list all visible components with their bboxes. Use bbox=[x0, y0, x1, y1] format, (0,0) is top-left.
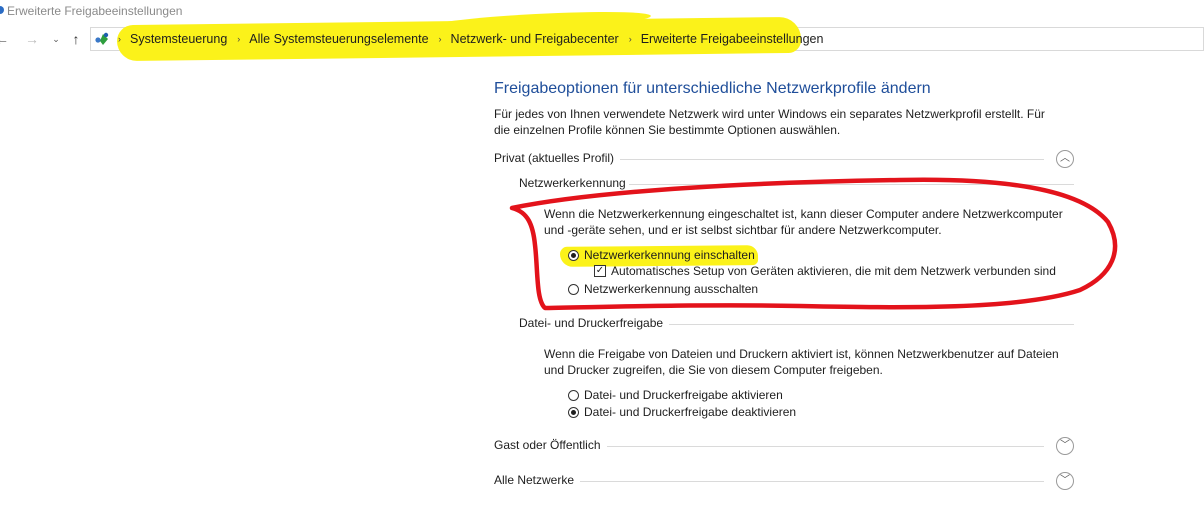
network-discovery-header: Netzwerkerkennung bbox=[519, 176, 1074, 194]
network-control-panel-icon bbox=[95, 32, 109, 45]
radio-file-sharing-on[interactable]: Datei- und Druckerfreigabe aktivieren bbox=[568, 387, 783, 403]
profile-guest-label: Gast oder Öffentlich bbox=[494, 438, 607, 452]
page-description: Für jedes von Ihnen verwendete Netzwerk … bbox=[494, 107, 1045, 137]
profile-private-label: Privat (aktuelles Profil) bbox=[494, 151, 621, 165]
radio-network-discovery-off[interactable]: Netzwerkerkennung ausschalten bbox=[568, 281, 758, 297]
divider bbox=[614, 159, 1044, 160]
up-arrow-icon[interactable]: ↑ bbox=[68, 30, 84, 48]
radio-label: Netzwerkerkennung ausschalten bbox=[584, 282, 759, 296]
radio-label: Datei- und Druckerfreigabe deaktivieren bbox=[584, 405, 797, 419]
radio-label: Datei- und Druckerfreigabe aktivieren bbox=[584, 388, 783, 402]
divider bbox=[669, 324, 1074, 325]
expand-chevron-down-icon[interactable]: ﹀ bbox=[1056, 437, 1074, 455]
main-content: Freigabeoptionen für unterschiedliche Ne… bbox=[494, 0, 1094, 507]
breadcrumb-separator-icon: › bbox=[438, 34, 442, 44]
divider bbox=[629, 184, 1074, 185]
profile-all-label: Alle Netzwerke bbox=[494, 473, 581, 487]
window-icon bbox=[0, 6, 4, 14]
divider bbox=[576, 481, 1044, 482]
radio-unselected-icon[interactable] bbox=[568, 283, 579, 295]
checkbox-label: Automatisches Setup von Geräten aktivier… bbox=[611, 264, 1056, 278]
network-discovery-description: Wenn die Netzwerkerkennung eingeschaltet… bbox=[544, 207, 1063, 237]
checkbox-auto-setup[interactable]: ✓ Automatisches Setup von Geräten aktivi… bbox=[594, 263, 1056, 279]
radio-selected-icon[interactable] bbox=[568, 249, 579, 261]
radio-selected-icon[interactable] bbox=[568, 406, 579, 418]
collapse-chevron-up-icon[interactable]: ︿ bbox=[1056, 150, 1074, 168]
breadcrumb-systemsteuerung[interactable]: Systemsteuerung bbox=[130, 32, 227, 46]
radio-unselected-icon[interactable] bbox=[568, 389, 579, 401]
file-printer-sharing-heading: Datei- und Druckerfreigabe bbox=[519, 316, 664, 330]
network-discovery-heading: Netzwerkerkennung bbox=[519, 176, 626, 190]
profile-guest-header[interactable]: Gast oder Öffentlich ﹀ bbox=[494, 437, 1074, 457]
recent-locations-chevron-icon[interactable]: ⌄ bbox=[50, 30, 62, 48]
file-printer-sharing-header: Datei- und Druckerfreigabe bbox=[519, 316, 1074, 334]
radio-file-sharing-off[interactable]: Datei- und Druckerfreigabe deaktivieren bbox=[568, 404, 796, 420]
radio-network-discovery-on[interactable]: Netzwerkerkennung einschalten bbox=[568, 247, 755, 263]
forward-arrow-icon[interactable]: → bbox=[24, 30, 40, 48]
file-printer-sharing-description: Wenn die Freigabe von Dateien und Drucke… bbox=[544, 347, 1059, 377]
back-arrow-icon[interactable]: ← bbox=[0, 30, 10, 48]
breadcrumb-separator-icon: › bbox=[237, 34, 241, 44]
divider bbox=[604, 446, 1044, 447]
radio-label: Netzwerkerkennung einschalten bbox=[584, 248, 755, 262]
profile-private-header[interactable]: Privat (aktuelles Profil) ︿ bbox=[494, 150, 1074, 170]
breadcrumb-alle-elemente[interactable]: Alle Systemsteuerungselemente bbox=[249, 32, 428, 46]
window-title: Erweiterte Freigabeeinstellungen bbox=[7, 4, 183, 18]
page-title: Freigabeoptionen für unterschiedliche Ne… bbox=[494, 80, 931, 97]
breadcrumb-separator-icon: › bbox=[118, 34, 121, 44]
profile-all-header[interactable]: Alle Netzwerke ﹀ bbox=[494, 472, 1074, 492]
checkbox-checked-icon[interactable]: ✓ bbox=[594, 265, 606, 277]
expand-chevron-down-icon[interactable]: ﹀ bbox=[1056, 472, 1074, 490]
